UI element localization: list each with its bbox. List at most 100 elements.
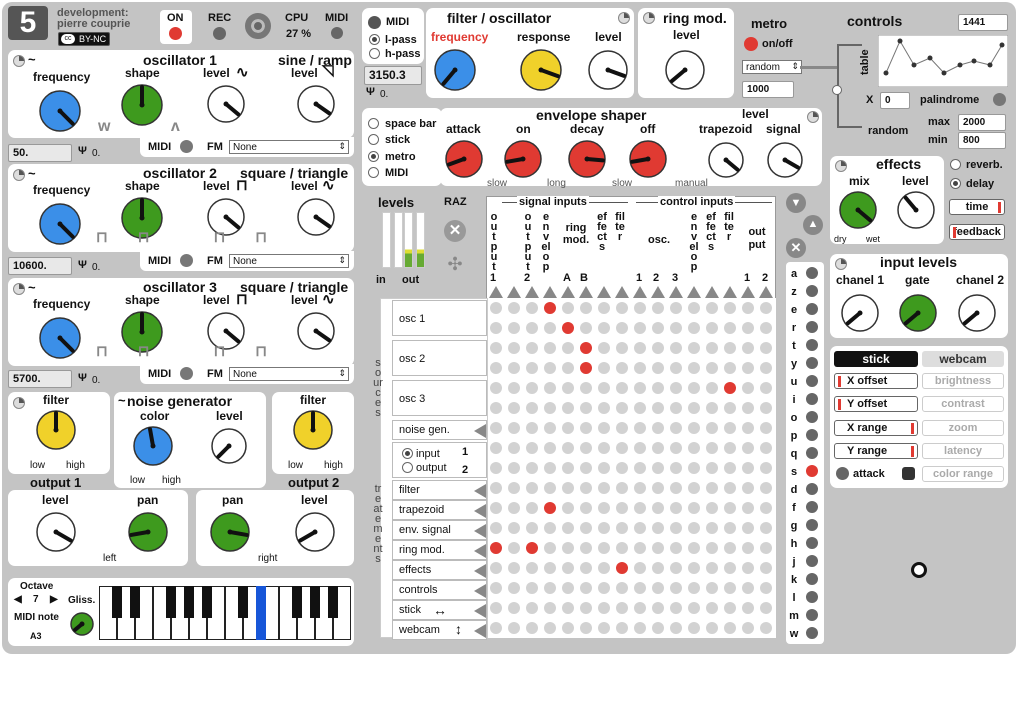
osc3-frequency-value[interactable]: 5700. <box>8 370 72 389</box>
matrix-cell[interactable] <box>616 342 628 354</box>
matrix-cell[interactable] <box>688 402 700 414</box>
inputlevels-ch2-knob[interactable] <box>956 292 998 334</box>
matrix-cell[interactable] <box>760 582 772 594</box>
matrix-cell[interactable] <box>706 482 718 494</box>
osc3-wave-level-knob[interactable] <box>295 310 337 352</box>
matrix-cell[interactable] <box>724 442 736 454</box>
matrix-cell[interactable] <box>526 562 538 574</box>
matrix-cell[interactable] <box>634 482 646 494</box>
shortcut-indicator[interactable] <box>806 447 818 459</box>
osc2-frequency-knob[interactable] <box>37 201 83 247</box>
shortcut-indicator[interactable] <box>806 465 818 477</box>
shortcut-indicator[interactable] <box>806 393 818 405</box>
matrix-cell[interactable] <box>526 482 538 494</box>
matrix-cell[interactable] <box>598 362 610 374</box>
matrix-cell[interactable] <box>598 542 610 554</box>
filter-level-knob[interactable] <box>586 48 630 92</box>
matrix-cell[interactable] <box>544 482 556 494</box>
octave-stepper[interactable]: ◀ 7 ▶ <box>14 594 62 608</box>
osc1-frequency-knob[interactable] <box>37 88 83 134</box>
matrix-cell[interactable] <box>760 342 772 354</box>
matrix-cell[interactable] <box>580 342 592 354</box>
matrix-cell[interactable] <box>652 462 664 474</box>
matrix-cell[interactable] <box>562 322 574 334</box>
matrix-cell[interactable] <box>706 302 718 314</box>
matrix-cell[interactable] <box>706 502 718 514</box>
matrix-cell[interactable] <box>598 522 610 534</box>
yoffset-slider[interactable]: Y offset <box>834 396 918 412</box>
matrix-cell[interactable] <box>742 362 754 374</box>
matrix-cell[interactable] <box>688 342 700 354</box>
matrix-cell[interactable] <box>724 382 736 394</box>
ring-state-icon[interactable] <box>643 12 655 24</box>
matrix-cell[interactable] <box>616 382 628 394</box>
matrix-cell[interactable] <box>580 582 592 594</box>
piano-keyboard[interactable] <box>99 586 351 640</box>
envelope-on-knob[interactable] <box>502 138 544 180</box>
osc3-state-icon[interactable] <box>13 283 25 295</box>
matrix-cell[interactable] <box>706 462 718 474</box>
matrix-cell[interactable] <box>634 402 646 414</box>
matrix-cell[interactable] <box>490 442 502 454</box>
reverb-radio[interactable] <box>950 159 961 170</box>
matrix-cell[interactable] <box>670 442 682 454</box>
piano-black-key[interactable] <box>256 586 266 618</box>
osc2-wave-level-knob[interactable] <box>295 196 337 238</box>
matrix-cell[interactable] <box>688 482 700 494</box>
osc1-level-knob[interactable] <box>205 83 247 125</box>
matrix-cell[interactable] <box>742 462 754 474</box>
matrix-cell[interactable] <box>634 442 646 454</box>
matrix-cell[interactable] <box>508 482 520 494</box>
matrix-cell[interactable] <box>598 402 610 414</box>
controls-value[interactable]: 1441 <box>958 14 1008 31</box>
matrix-cell[interactable] <box>760 362 772 374</box>
matrix-cell[interactable] <box>562 622 574 634</box>
matrix-cell[interactable] <box>724 462 736 474</box>
matrix-cell[interactable] <box>544 462 556 474</box>
matrix-cell[interactable] <box>616 462 628 474</box>
matrix-cell[interactable] <box>508 382 520 394</box>
envelope-attack-knob[interactable] <box>443 138 485 180</box>
matrix-cell[interactable] <box>688 362 700 374</box>
matrix-cell[interactable] <box>688 522 700 534</box>
matrix-cell[interactable] <box>544 362 556 374</box>
effects-state-icon[interactable] <box>835 160 847 172</box>
matrix-cell[interactable] <box>634 322 646 334</box>
matrix-cell[interactable] <box>562 462 574 474</box>
matrix-cell[interactable] <box>580 482 592 494</box>
matrix-cell[interactable] <box>490 502 502 514</box>
matrix-cell[interactable] <box>616 602 628 614</box>
matrix-cell[interactable] <box>652 602 664 614</box>
matrix-cell[interactable] <box>490 422 502 434</box>
osc1-frequency-value[interactable]: 50. <box>8 144 72 163</box>
matrix-cell[interactable] <box>742 302 754 314</box>
lpass-radio[interactable] <box>369 34 380 45</box>
matrix-cell[interactable] <box>580 462 592 474</box>
matrix-cell[interactable] <box>616 322 628 334</box>
effects-row-label[interactable]: effects <box>392 560 487 580</box>
output2-pan-knob[interactable] <box>208 510 252 554</box>
shortcut-indicator[interactable] <box>806 609 818 621</box>
matrix-cell[interactable] <box>616 302 628 314</box>
shortcut-indicator[interactable] <box>806 555 818 567</box>
metro-onoff-toggle[interactable] <box>744 37 758 51</box>
matrix-cell[interactable] <box>508 322 520 334</box>
octave-up-icon[interactable]: ▶ <box>50 594 58 605</box>
matrix-cell[interactable] <box>706 422 718 434</box>
filter-response-knob[interactable] <box>518 47 564 93</box>
matrix-cell[interactable] <box>544 422 556 434</box>
matrix-cell[interactable] <box>742 582 754 594</box>
output1-state-icon[interactable] <box>13 397 25 409</box>
matrix-cell[interactable] <box>598 422 610 434</box>
osc1-wave-level-knob[interactable] <box>295 83 337 125</box>
latency-slider[interactable]: latency <box>922 443 1004 459</box>
effects-level-knob[interactable] <box>895 189 937 231</box>
matrix-cell[interactable] <box>508 622 520 634</box>
matrix-cell[interactable] <box>508 522 520 534</box>
matrix-cell[interactable] <box>580 402 592 414</box>
inputlevels-state-icon[interactable] <box>835 258 847 270</box>
matrix-cell[interactable] <box>598 622 610 634</box>
matrix-cell[interactable] <box>580 322 592 334</box>
matrix-cell[interactable] <box>562 382 574 394</box>
shortcut-indicator[interactable] <box>806 519 818 531</box>
